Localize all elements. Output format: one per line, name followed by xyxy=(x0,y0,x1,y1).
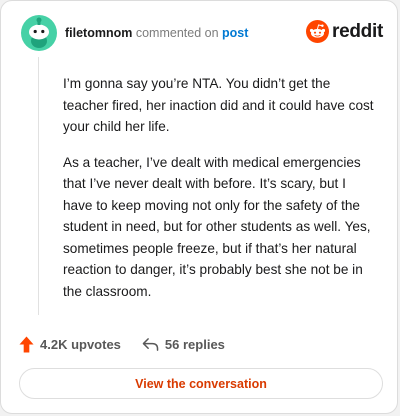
comment-paragraph: I’m gonna say you’re NTA. You didn’t get… xyxy=(63,76,374,134)
comment-header: filetomnom commented on post xyxy=(21,15,248,51)
comment-body: I’m gonna say you’re NTA. You didn’t get… xyxy=(63,73,379,316)
comment-card: filetomnom commented on post reddit I’m … xyxy=(0,0,398,414)
upvote-arrow-icon xyxy=(19,336,34,352)
post-link[interactable]: post xyxy=(222,26,248,40)
upvote-button[interactable]: 4.2K upvotes xyxy=(19,336,121,353)
reddit-snoo-icon xyxy=(306,20,330,43)
comment-meta: filetomnom commented on post xyxy=(65,26,248,40)
username-link[interactable]: filetomnom xyxy=(65,26,132,40)
replies-count: 56 replies xyxy=(164,336,225,352)
action-text: commented on xyxy=(135,26,219,40)
reply-arrow-icon xyxy=(142,337,159,351)
view-conversation-button[interactable]: View the conversation xyxy=(19,368,383,399)
snoo-avatar-icon[interactable] xyxy=(21,15,57,51)
reddit-logo[interactable]: reddit xyxy=(306,20,383,43)
comment-paragraph: As a teacher, I’ve dealt with medical em… xyxy=(63,154,371,299)
comment-actions: 4.2K upvotes 56 replies xyxy=(19,334,225,354)
replies-button[interactable]: 56 replies xyxy=(142,337,225,352)
upvote-count: 4.2K upvotes xyxy=(40,336,121,352)
thread-line[interactable] xyxy=(38,57,39,315)
reddit-wordmark: reddit xyxy=(332,21,383,42)
